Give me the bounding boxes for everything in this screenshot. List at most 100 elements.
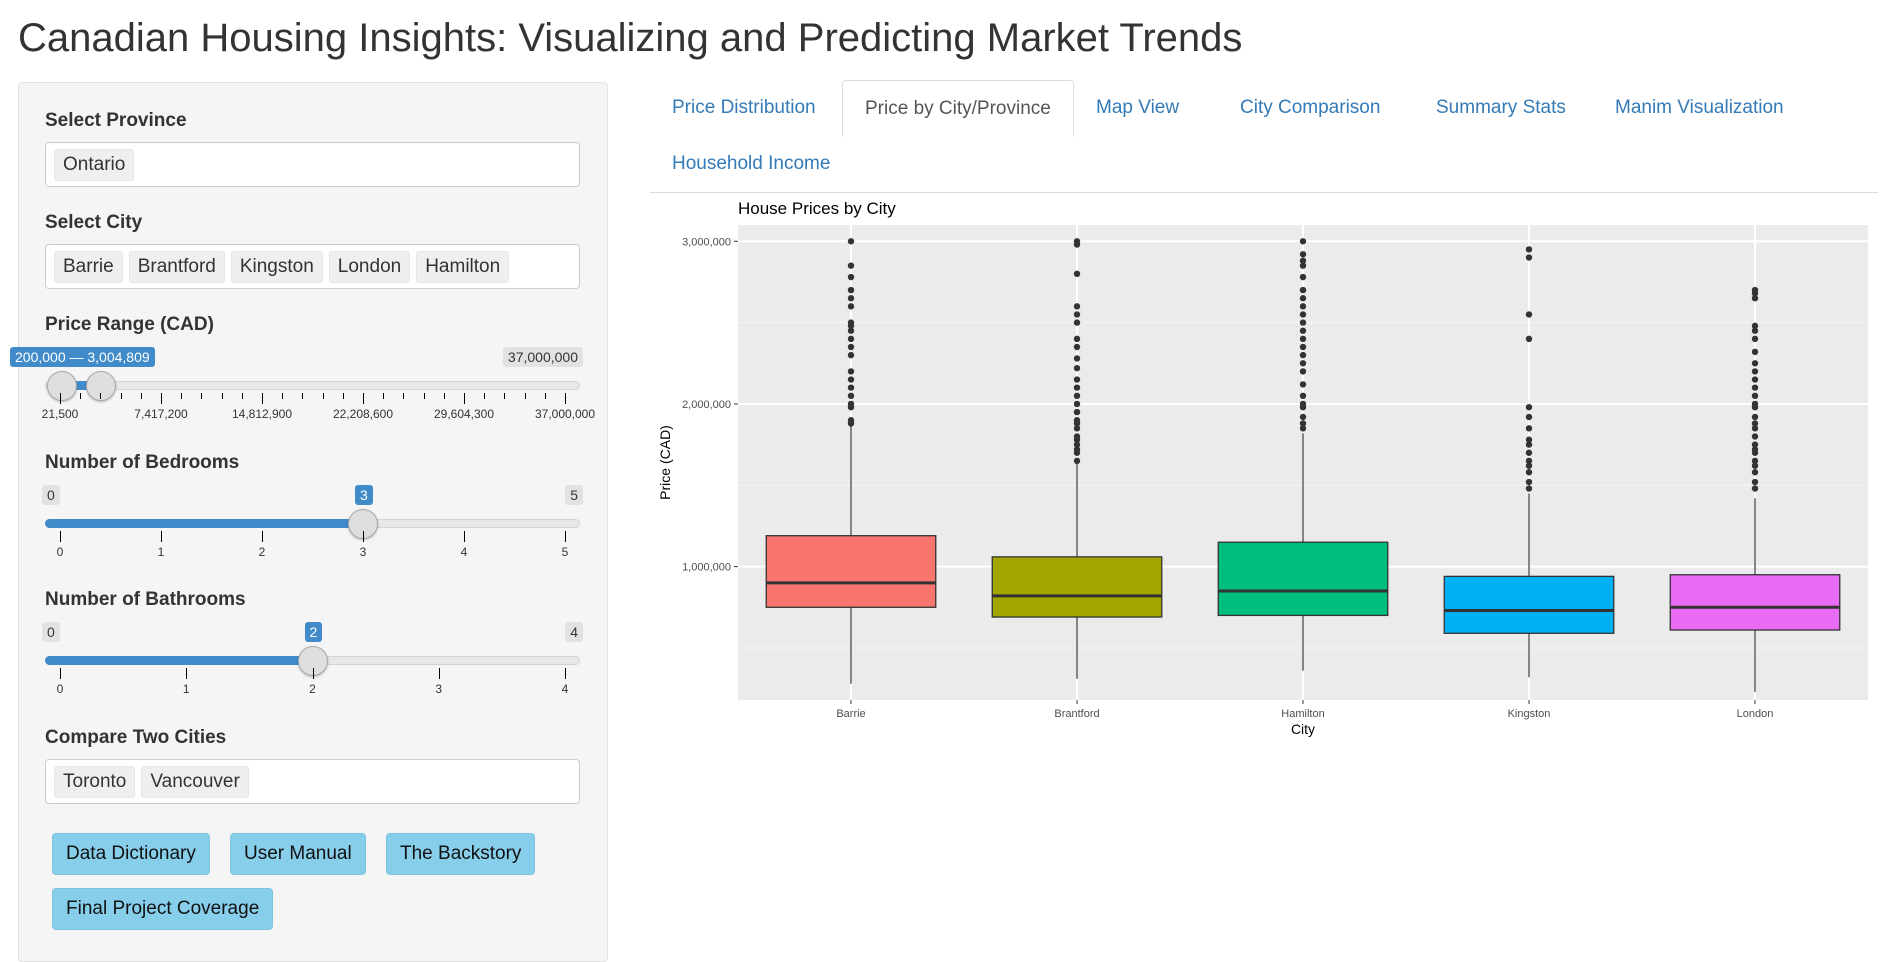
outlier-point: [1299, 351, 1307, 359]
slider-major-tick: [60, 531, 61, 542]
slider-minor-tick: [80, 393, 82, 399]
slider-major-tick: [262, 393, 263, 404]
slider-minor-tick: [383, 393, 385, 399]
outlier-point: [1073, 335, 1081, 343]
slider-major-tick: [438, 668, 440, 679]
outlier-point: [1073, 457, 1081, 465]
slider-major-tick: [262, 531, 263, 542]
city-select[interactable]: Barrie Brantford Kingston London Hamilton: [45, 244, 580, 289]
final-project-coverage-button[interactable]: Final Project Coverage: [52, 888, 274, 930]
slider-minor-tick: [504, 393, 506, 399]
slider-tick-label: 7,417,200: [134, 407, 188, 421]
slider-tick-label: 5: [561, 545, 569, 559]
x-tick-label: Brantford: [1054, 708, 1099, 720]
province-chip[interactable]: Ontario: [54, 149, 135, 181]
outlier-point: [1073, 392, 1081, 400]
outlier-point: [1751, 413, 1759, 421]
outlier-point: [847, 392, 855, 400]
slider-major-tick: [186, 668, 188, 679]
slider-tick-label: 1: [182, 682, 190, 696]
outlier-point: [847, 295, 855, 302]
outlier-point: [1073, 343, 1081, 351]
outlier-point: [847, 335, 855, 343]
slider-major-tick: [161, 393, 162, 404]
outlier-point: [1525, 254, 1533, 261]
user-manual-button[interactable]: User Manual: [230, 833, 366, 875]
slider-major-tick: [60, 668, 61, 679]
x-tick-label: Barrie: [836, 708, 865, 720]
slider-minor-tick: [302, 393, 304, 399]
slider-tick-label: 3: [435, 682, 443, 696]
slider-tick-label: 37,000,000: [534, 407, 596, 421]
slider-major-tick: [363, 393, 364, 404]
tab-bar: Price Distribution Price by City/Provinc…: [650, 80, 1878, 193]
outlier-point: [1073, 319, 1081, 326]
slider-minor-tick: [484, 393, 486, 399]
tab-manim-visualization[interactable]: Manim Visualization: [1593, 80, 1806, 135]
slider-major-tick: [363, 531, 364, 542]
outlier-point: [1751, 286, 1759, 294]
x-axis-title: City: [1291, 721, 1315, 737]
outlier-point: [1073, 433, 1081, 440]
outlier-point: [1751, 420, 1759, 427]
outlier-point: [1073, 311, 1081, 318]
tab-household-income[interactable]: Household Income: [650, 136, 852, 191]
bathrooms-max-badge: 4: [565, 622, 583, 642]
tab-price-distribution[interactable]: Price Distribution: [650, 80, 838, 135]
slider-minor-tick: [342, 393, 344, 399]
data-dictionary-button[interactable]: Data Dictionary: [52, 833, 210, 875]
outlier-point: [847, 417, 855, 424]
province-select[interactable]: Ontario: [45, 142, 580, 187]
tab-summary-stats[interactable]: Summary Stats: [1414, 80, 1588, 135]
tab-map-view[interactable]: Map View: [1074, 80, 1201, 135]
outlier-point: [1525, 457, 1533, 465]
slider-minor-tick: [443, 393, 445, 399]
outlier-point: [1525, 413, 1533, 421]
slider-tick-label: 4: [460, 545, 468, 559]
outlier-point: [847, 400, 855, 408]
city-chip[interactable]: Kingston: [230, 251, 323, 283]
bathrooms-slider[interactable]: 0 4 2 0 1 2 3 4: [42, 622, 583, 702]
slider-major-tick: [565, 668, 566, 679]
slider-major-tick: [565, 393, 566, 404]
slider-minor-tick: [140, 393, 142, 399]
outlier-point: [1751, 400, 1759, 408]
tab-city-comparison[interactable]: City Comparison: [1218, 80, 1402, 135]
price-range-slider[interactable]: 200,000 — 3,004,809 37,000,000 21,500 7,4…: [10, 347, 595, 427]
province-label: Select Province: [45, 110, 187, 131]
compare-city-chip[interactable]: Vancouver: [141, 766, 249, 798]
compare-cities-select[interactable]: Toronto Vancouver: [45, 759, 580, 804]
compare-city-chip[interactable]: Toronto: [54, 766, 136, 798]
outlier-point: [847, 238, 855, 245]
city-label: Select City: [45, 212, 143, 233]
slider-tick-label: 2: [309, 682, 316, 696]
bedrooms-max-badge: 5: [565, 485, 583, 505]
city-chip[interactable]: London: [328, 251, 411, 283]
tab-price-by-city-province[interactable]: Price by City/Province: [842, 80, 1074, 137]
outlier-point: [1751, 441, 1759, 448]
outlier-point: [847, 262, 855, 269]
outlier-point: [1299, 327, 1307, 334]
slider-minor-tick: [282, 393, 284, 399]
outlier-point: [1299, 392, 1307, 400]
city-chip[interactable]: Brantford: [128, 251, 225, 283]
bedrooms-slider[interactable]: 0 5 3 0 1 2 3 4 5: [42, 485, 583, 565]
slider-minor-tick: [524, 393, 526, 399]
bedrooms-min-badge: 0: [42, 485, 60, 505]
compare-label: Compare Two Cities: [45, 727, 227, 748]
y-axis-title: Price (CAD): [657, 425, 673, 500]
outlier-point: [1751, 376, 1759, 383]
outlier-point: [1525, 246, 1533, 253]
price-range-label: Price Range (CAD): [45, 314, 214, 335]
outlier-point: [1751, 384, 1759, 391]
city-chip[interactable]: Barrie: [54, 251, 123, 283]
outlier-point: [1299, 303, 1307, 310]
slider-track[interactable]: [45, 381, 580, 390]
city-chip[interactable]: Hamilton: [416, 251, 510, 283]
backstory-button[interactable]: The Backstory: [386, 833, 536, 875]
outlier-point: [1751, 335, 1759, 343]
outlier-point: [1299, 420, 1307, 427]
outlier-point: [1299, 368, 1307, 375]
outlier-point: [1073, 400, 1081, 408]
price-range-max-badge: 37,000,000: [502, 347, 583, 367]
